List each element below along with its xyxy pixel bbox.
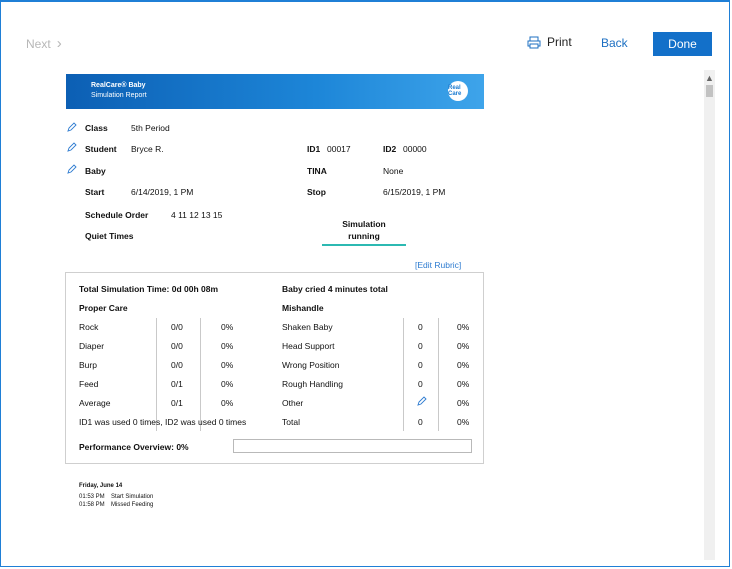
mishandle-label: Other [282, 398, 304, 408]
id-usage-text: ID1 was used 0 times, ID2 was used 0 tim… [79, 417, 247, 427]
mishandle-label: Wrong Position [282, 360, 340, 370]
total-simulation-time: Total Simulation Time: 0d 00h 08m [79, 284, 219, 294]
report-banner: RealCare® Baby Simulation Report Real Ca… [66, 74, 484, 109]
proper-care-label: Rock [79, 322, 99, 332]
student-value: Bryce R. [131, 144, 164, 154]
proper-care-pct: 0% [221, 322, 234, 332]
mishandle-header: Mishandle [282, 303, 324, 313]
mishandle-count: 0 [418, 341, 423, 351]
proper-care-pct: 0% [221, 379, 234, 389]
log-event: Start Simulation [111, 494, 154, 500]
id1-value: 00017 [327, 144, 351, 154]
status-underline [322, 244, 406, 246]
scroll-thumb[interactable] [706, 85, 713, 97]
tina-value: None [383, 166, 404, 176]
edit-baby-pencil-icon[interactable] [67, 164, 77, 174]
simulation-status: Simulation running [322, 218, 406, 242]
mishandle-label: Total [282, 417, 300, 427]
edit-rubric-link[interactable]: [Edit Rubric] [415, 260, 461, 270]
class-label: Class [85, 123, 108, 133]
proper-care-count: 0/0 [171, 322, 183, 332]
print-button[interactable]: Print [527, 35, 572, 49]
log-time: 01:58 PM [79, 502, 105, 508]
mishandle-pct: 0% [457, 341, 470, 351]
printer-icon [527, 36, 541, 48]
status-line-1: Simulation [342, 219, 386, 229]
proper-care-pct: 0% [221, 398, 234, 408]
proper-care-label: Burp [79, 360, 97, 370]
proper-care-divider-2 [200, 318, 201, 431]
chevron-right-icon: › [56, 35, 62, 52]
proper-care-label: Average [79, 398, 111, 408]
mishandle-pct: 0% [457, 360, 470, 370]
quiet-times-label: Quiet Times [85, 231, 134, 241]
toolbar: Next › Print Back Done [1, 2, 729, 56]
mishandle-pct: 0% [457, 398, 470, 408]
class-value: 5th Period [131, 123, 170, 133]
id1-label: ID1 [307, 144, 321, 154]
proper-care-count: 0/0 [171, 360, 183, 370]
proper-care-pct: 0% [221, 341, 234, 351]
mishandle-count: 0 [418, 322, 423, 332]
mishandle-count: 0 [418, 379, 423, 389]
log-event: Missed Feeding [111, 502, 154, 508]
stop-value: 6/15/2019, 1 PM [383, 187, 446, 197]
vertical-scrollbar[interactable]: ▲ [704, 70, 715, 560]
mishandle-divider-1 [403, 318, 404, 431]
edit-student-pencil-icon[interactable] [67, 142, 77, 152]
id2-value: 00000 [403, 144, 427, 154]
schedule-label: Schedule Order [85, 210, 149, 220]
report-brand: RealCare® Baby [91, 82, 146, 89]
proper-care-divider-1 [156, 318, 157, 431]
proper-care-header: Proper Care [79, 303, 128, 313]
log-date: Friday, June 14 [79, 483, 123, 489]
start-value: 6/14/2019, 1 PM [131, 187, 194, 197]
log-time: 01:53 PM [79, 494, 105, 500]
mishandle-divider-2 [438, 318, 439, 431]
proper-care-label: Feed [79, 379, 99, 389]
baby-label: Baby [85, 166, 106, 176]
report-subtitle: Simulation Report [91, 92, 147, 99]
status-line-2: running [348, 231, 380, 241]
proper-care-label: Diaper [79, 341, 105, 351]
tina-label: TINA [307, 166, 327, 176]
student-label: Student [85, 144, 117, 154]
performance-bar [233, 439, 472, 453]
id2-label: ID2 [383, 144, 397, 154]
proper-care-pct: 0% [221, 360, 234, 370]
next-label: Next [26, 36, 51, 51]
performance-overview: Performance Overview: 0% [79, 442, 189, 452]
proper-care-count: 0/0 [171, 341, 183, 351]
mishandle-count: 0 [418, 417, 423, 427]
report-window: Next › Print Back Done ▲ RealCare® Baby … [0, 0, 730, 567]
mishandle-label: Head Support [282, 341, 335, 351]
start-label: Start [85, 187, 105, 197]
mishandle-label: Shaken Baby [282, 322, 333, 332]
logo-text: Real Care [448, 85, 462, 97]
mishandle-pct: 0% [457, 322, 470, 332]
mishandle-count: 0 [418, 360, 423, 370]
next-button[interactable]: Next › [26, 35, 62, 52]
mishandle-label: Rough Handling [282, 379, 343, 389]
stop-label: Stop [307, 187, 326, 197]
print-label: Print [547, 35, 572, 49]
schedule-value: 4 11 12 13 15 [171, 210, 223, 220]
proper-care-count: 0/1 [171, 398, 183, 408]
mishandle-pct: 0% [457, 379, 470, 389]
scroll-up-arrow-icon[interactable]: ▲ [705, 74, 714, 83]
edit-other-pencil-icon[interactable] [417, 396, 427, 406]
mishandle-pct: 0% [457, 417, 470, 427]
back-button[interactable]: Back [601, 36, 628, 50]
baby-cried-total: Baby cried 4 minutes total [282, 284, 388, 294]
edit-class-pencil-icon[interactable] [67, 122, 77, 132]
proper-care-count: 0/1 [171, 379, 183, 389]
realcare-logo: Real Care [448, 81, 468, 101]
done-button[interactable]: Done [653, 32, 712, 56]
